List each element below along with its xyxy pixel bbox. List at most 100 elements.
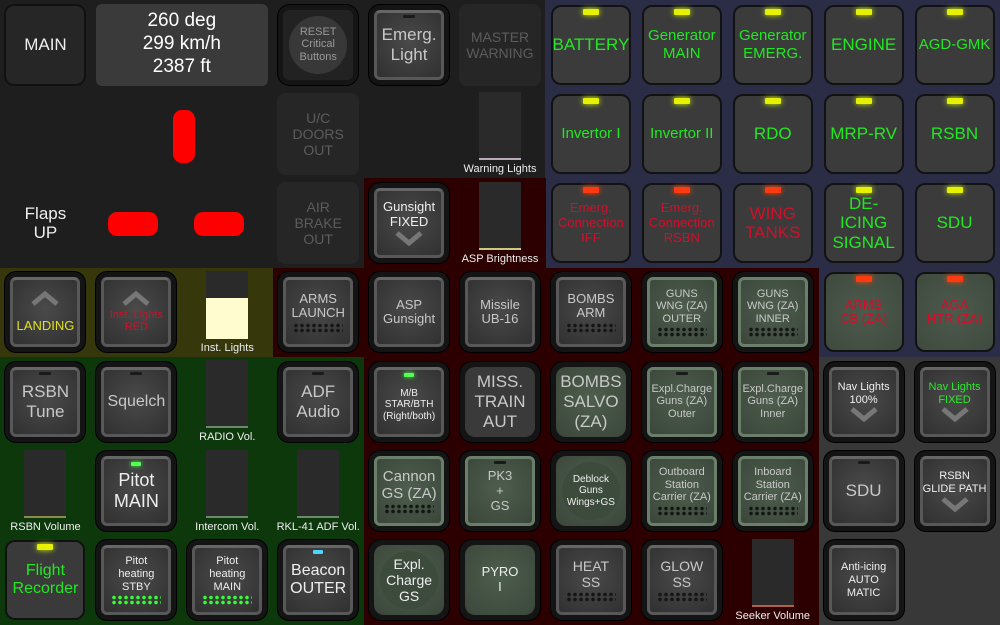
nav-lights-100-button[interactable]: Nav Lights 100% [823,361,904,442]
cannon-gs-button[interactable]: Cannon GS (ZA) [369,451,450,532]
indicator-led [855,8,872,15]
asp-brightness-slider[interactable]: ASP Brightness [462,181,538,265]
deblock-guns-button[interactable]: Deblock Guns Wings+GS [550,451,631,532]
button-label: Flight Recorder [12,561,79,598]
wing-tanks-annunciator[interactable]: WING TANKS [732,183,813,264]
warning-lights-slider[interactable]: Warning Lights [464,92,536,175]
seeker-volume-slider[interactable]: Seeker Volume [735,538,811,622]
slider-track[interactable] [297,449,340,518]
outboard-station-button[interactable]: Outboard Station Carrier (ZA) [641,451,722,532]
indicator-led [673,187,690,194]
rsbn-annunciator[interactable]: RSBN [914,93,995,174]
landing-button[interactable]: LANDING [5,272,86,353]
slider-track[interactable] [478,92,521,161]
battery-annunciator[interactable]: BATTERY [550,4,631,85]
emerg-connection-rsbn-annunciator[interactable]: Emerg. Connection RSBN [641,183,722,264]
mb-star-bth-button[interactable]: M/B STAR/BTH (Right/both) [369,361,450,442]
missile-ub16-button[interactable]: Missile UB-16 [459,272,540,353]
intercom-volume-slider[interactable]: Intercom Vol. [195,449,259,533]
indicator-led [131,462,142,467]
gunsight-fixed-button[interactable]: Gunsight FIXED [369,183,450,264]
emerg-connection-iff-annunciator[interactable]: Emerg. Connection IFF [550,183,631,264]
de-icing-signal-annunciator[interactable]: DE-ICING SIGNAL [823,183,904,264]
nav-lights-fixed-button[interactable]: Nav Lights FIXED [914,361,995,442]
indicator-led [946,97,963,104]
adf-volume-slider[interactable]: RKL-41 ADF Vol. [277,449,360,533]
indicator-led [946,276,963,283]
indicator-led [855,276,872,283]
pk3-gs-button[interactable]: PK3 + GS [459,451,540,532]
arms-launch-button[interactable]: ARMS LAUNCH [278,272,359,353]
indicator-led [313,550,324,555]
annunciator-label: RSBN [930,124,979,144]
slider-track[interactable] [24,449,67,518]
annunciator-label: WING TANKS [745,203,801,243]
sdu-button[interactable]: SDU [823,451,904,532]
pitot-main-button[interactable]: Pitot MAIN [96,451,177,532]
aga-htr-annunciator[interactable]: AGA HTR (ZA) [914,272,995,353]
rsbn-volume-slider[interactable]: RSBN Volume [10,449,81,533]
slider-track[interactable] [751,538,794,607]
button-label: BOMBS ARM [567,290,615,321]
invertor-1-annunciator[interactable]: Invertor I [550,93,631,174]
adf-audio-button[interactable]: ADF Audio [278,361,359,442]
pitot-heating-main-button[interactable]: Pitot heating MAIN [187,540,268,621]
bombs-arm-button[interactable]: BOMBS ARM [550,272,631,353]
inst-lights-slider[interactable]: Inst. Lights [201,270,254,354]
anti-icing-auto-button[interactable]: Anti-icing AUTO MATIC [823,540,904,621]
engine-annunciator[interactable]: ENGINE [823,4,904,85]
rdo-annunciator[interactable]: RDO [732,93,813,174]
glow-ss-button[interactable]: GLOW SS [641,540,722,621]
invertor-2-annunciator[interactable]: Invertor II [641,93,722,174]
button-label: PK3 + GS [487,467,513,513]
annunciator-label: Emerg. Connection RSBN [648,199,715,245]
main-button[interactable]: MAIN [4,3,87,86]
air-brake-out-button[interactable]: AIR BRAKE OUT [277,182,360,265]
agd-gmk-annunciator[interactable]: AGD-GMK [914,4,995,85]
reset-critical-button[interactable]: RESET Critical Buttons [278,4,359,85]
arms-cb-annunciator[interactable]: ARMS CB (ZA) [823,272,904,353]
slider-label: Seeker Volume [735,609,811,622]
rsbn-tune-button[interactable]: RSBN Tune [5,361,86,442]
button-label: ASP Gunsight [383,296,436,327]
indicator-led [130,371,143,375]
mrp-rv-annunciator[interactable]: MRP-RV [823,93,904,174]
guns-wing-inner-button[interactable]: GUNS WNG (ZA) INNER [732,272,813,353]
indicator-led [764,8,781,15]
slider-track[interactable] [206,449,249,518]
annunciator-label: SDU [936,213,973,233]
inst-lights-red-button[interactable]: Inst. Lights RED [96,272,177,353]
reset-label: RESET Critical Buttons [299,25,337,63]
rsbn-glide-path-button[interactable]: RSBN GLIDE PATH [914,451,995,532]
button-label: Beacon OUTER [290,561,347,598]
radio-volume-slider[interactable]: RADIO Vol. [199,360,255,443]
expl-charge-gs-button[interactable]: Expl. Charge GS [369,540,450,621]
expl-charge-inner-button[interactable]: Expl.Charge Guns (ZA) Inner [732,361,813,442]
beacon-outer-button[interactable]: Beacon OUTER [278,540,359,621]
asp-gunsight-button[interactable]: ASP Gunsight [369,272,450,353]
pyro-button[interactable]: PYRO I [459,540,540,621]
inboard-station-button[interactable]: Inboard Station Carrier (ZA) [732,451,813,532]
squelch-button[interactable]: Squelch [96,361,177,442]
flight-recorder-button[interactable]: Flight Recorder [5,540,86,621]
bombs-salvo-button[interactable]: BOMBS SALVO (ZA) [550,361,631,442]
heading-readout: 260 deg [147,10,217,32]
button-label: Squelch [107,392,166,410]
emerg-light-button[interactable]: Emerg. Light [369,4,450,85]
button-label: MISS. TRAIN AUT [474,372,526,431]
slider-track[interactable] [206,360,249,429]
master-warning-button[interactable]: MASTER WARNING [458,3,541,86]
expl-charge-outer-button[interactable]: Expl.Charge Guns (ZA) Outer [641,361,722,442]
pitot-heating-stby-button[interactable]: Pitot heating STBY [96,540,177,621]
generator-main-annunciator[interactable]: Generator MAIN [641,4,722,85]
sdu-annunciator[interactable]: SDU [914,183,995,264]
miss-train-aut-button[interactable]: MISS. TRAIN AUT [459,361,540,442]
indicator-led [675,371,688,375]
slider-track[interactable] [478,181,521,250]
speaker-grille-icon [656,327,707,338]
slider-track[interactable] [206,270,249,339]
uc-doors-out-button[interactable]: U/C DOORS OUT [277,92,360,175]
guns-wing-outer-button[interactable]: GUNS WNG (ZA) OUTER [641,272,722,353]
generator-emerg-annunciator[interactable]: Generator EMERG. [732,4,813,85]
heat-ss-button[interactable]: HEAT SS [550,540,631,621]
